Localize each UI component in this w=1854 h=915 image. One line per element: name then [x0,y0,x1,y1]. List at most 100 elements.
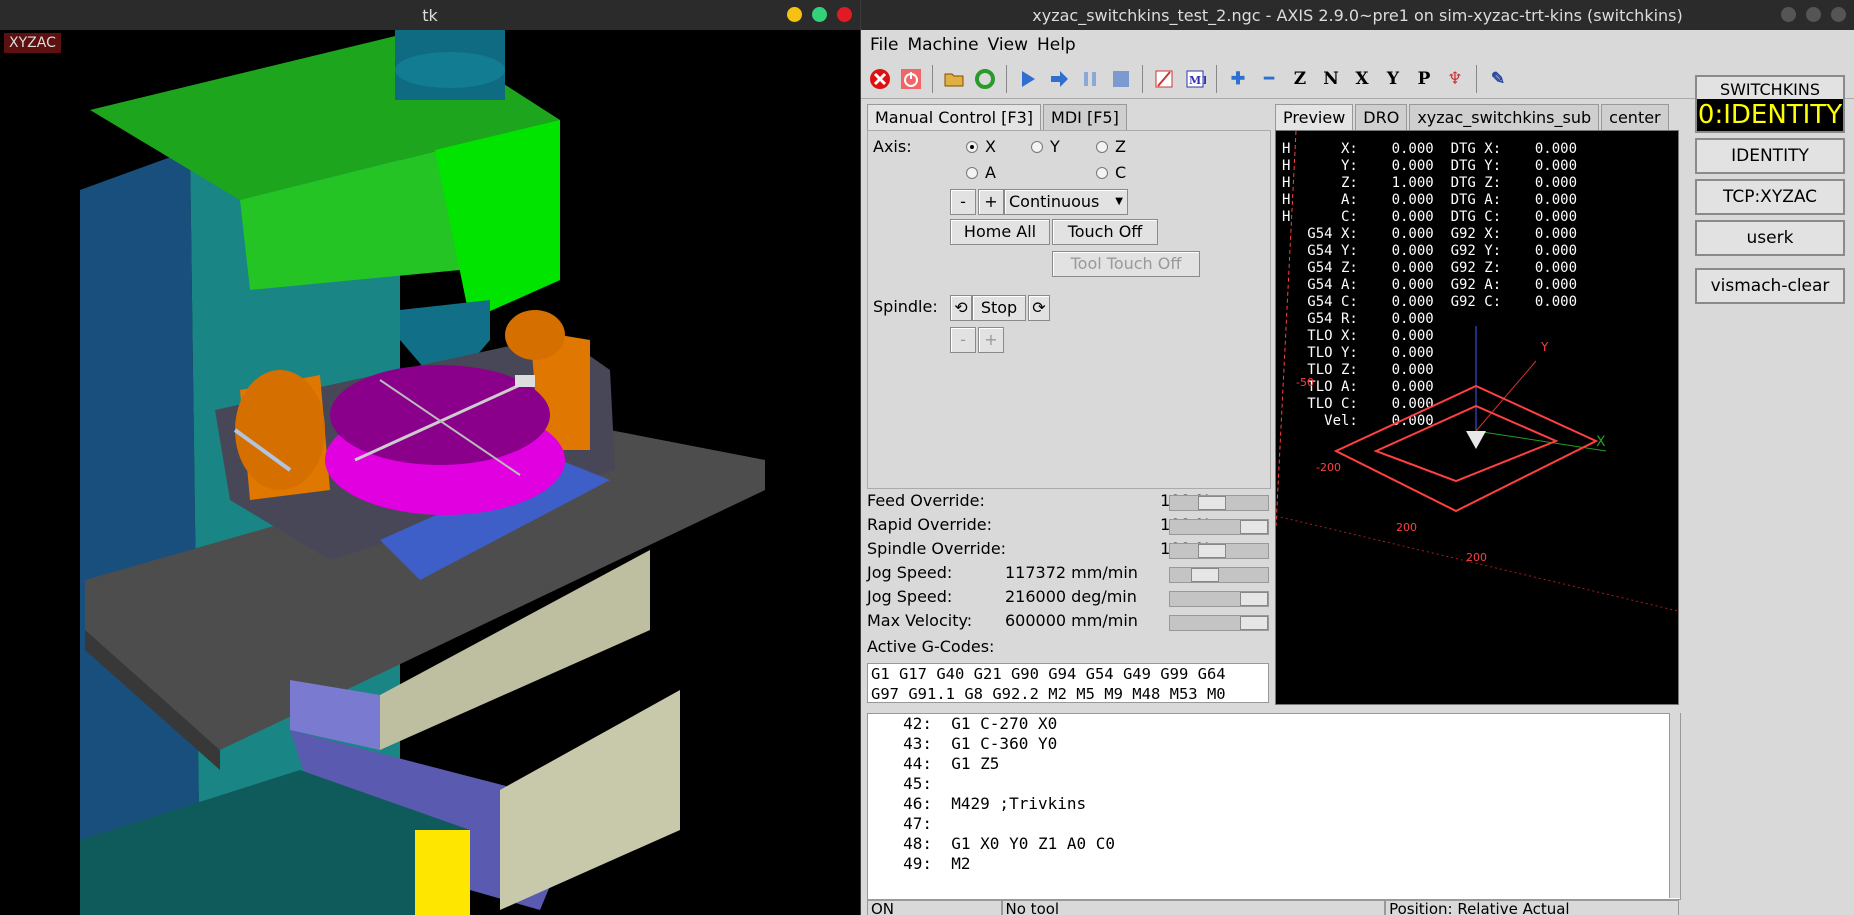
axis-x-label: X [985,137,996,156]
step-icon[interactable] [1046,66,1072,92]
code-line[interactable]: 44: G1 Z5 [868,754,1680,774]
vismach-title: tk [422,5,438,25]
power-icon[interactable] [898,66,924,92]
open-file-icon[interactable] [941,66,967,92]
zoom-out-icon[interactable]: ━ [1256,66,1282,92]
home-all-button[interactable]: Home All [950,219,1050,245]
stop-icon[interactable] [1108,66,1134,92]
view-z-icon[interactable]: Z [1287,66,1313,92]
gcode-listing[interactable]: 42: G1 C-270 X0 43: G1 C-360 Y0 44: G1 Z5 4… [867,713,1681,900]
menu-machine[interactable]: Machine [907,35,978,55]
slider-thumb[interactable] [1240,592,1268,606]
code-line[interactable]: 48: G1 X0 Y0 Z1 A0 C0 [868,834,1680,854]
status-tool: No tool [1001,900,1386,915]
spindle-stop-button[interactable]: Stop [972,295,1026,321]
line-text: G1 X0 Y0 Z1 A0 C0 [951,834,1116,853]
view-y-icon[interactable]: Y [1380,66,1406,92]
tab-preview[interactable]: Preview [1275,104,1354,130]
toolpath-plot: -200 200 200 -50 Y X [1276,131,1678,612]
slider-thumb[interactable] [1240,520,1268,534]
rotate-icon[interactable]: ♆ [1442,66,1468,92]
estop-icon[interactable] [867,66,893,92]
axis-radio-c[interactable] [1096,167,1108,179]
minimize-button[interactable] [1781,7,1796,22]
view-p-icon[interactable]: P [1411,66,1437,92]
maximize-button[interactable] [812,7,827,22]
plot-label: 200 [1466,551,1487,564]
vismach-window: tk XYZAC [0,0,860,915]
spindle-override-slider[interactable] [1169,543,1269,559]
svg-text:Y: Y [1540,340,1549,354]
feed-override-label: Feed Override: [867,491,985,510]
vismach-3d-view[interactable] [0,30,860,915]
tool-touch-off-button[interactable]: Tool Touch Off [1052,251,1200,277]
spindle-minus-button[interactable]: - [950,327,976,353]
code-line[interactable]: 42: G1 C-270 X0 [868,714,1680,734]
tab-dro[interactable]: DRO [1355,104,1408,130]
slider-thumb[interactable] [1198,496,1226,510]
menu-help[interactable]: Help [1037,35,1076,55]
preview-canvas[interactable]: H X: 0.000 DTG X: 0.000 H Y: 0.000 DTG Y:… [1275,130,1679,705]
line-number: 45: [903,774,932,793]
jog-speed-value: 117372 mm/min [1005,563,1138,582]
tab-manual-control[interactable]: Manual Control [F3] [867,104,1042,130]
feed-override-slider[interactable] [1169,495,1269,511]
max-velocity-label: Max Velocity: [867,611,973,630]
line-number: 46: [903,794,932,813]
axis-radio-z[interactable] [1096,141,1108,153]
maximize-button[interactable] [1806,7,1821,22]
jog-minus-button[interactable]: - [950,189,976,215]
code-line[interactable]: 49: M2 [868,854,1680,874]
close-button[interactable] [1831,7,1846,22]
line-number: 48: [903,834,932,853]
axis-radio-y[interactable] [1031,141,1043,153]
userk-button[interactable]: userk [1695,220,1845,256]
tab-center[interactable]: center [1601,104,1669,130]
close-button[interactable] [837,7,852,22]
gcode-scrollbar[interactable] [1669,713,1680,898]
clear-plot-icon[interactable]: ✎ [1485,66,1511,92]
axis-a-label: A [985,163,996,182]
axis-radio-x[interactable] [966,141,978,153]
max-velocity-value: 600000 mm/min [1005,611,1138,630]
slider-thumb[interactable] [1240,616,1268,630]
pause-icon[interactable] [1077,66,1103,92]
spindle-ccw-icon[interactable]: ⟲ [950,295,972,321]
view-x-icon[interactable]: X [1349,66,1375,92]
optional-stop-icon[interactable]: M1 [1182,66,1208,92]
rapid-override-slider[interactable] [1169,519,1269,535]
zoom-in-icon[interactable]: ✚ [1225,66,1251,92]
menu-view[interactable]: View [988,35,1028,55]
max-velocity-slider[interactable] [1169,615,1269,631]
block-delete-icon[interactable] [1151,66,1177,92]
code-line[interactable]: 45: [868,774,1680,794]
view-z2-icon[interactable]: N [1318,66,1344,92]
code-line[interactable]: 43: G1 C-360 Y0 [868,734,1680,754]
touch-off-button[interactable]: Touch Off [1052,219,1158,245]
reload-icon[interactable] [972,66,998,92]
minimize-button[interactable] [787,7,802,22]
slider-thumb[interactable] [1191,568,1219,582]
plot-label: -50 [1296,376,1314,389]
tab-mdi[interactable]: MDI [F5] [1043,104,1127,130]
jog-plus-button[interactable]: + [978,189,1004,215]
vismach-clear-button[interactable]: vismach-clear [1695,268,1845,304]
tcp-xyzac-button[interactable]: TCP:XYZAC [1695,179,1845,215]
tab-switchkins-sub[interactable]: xyzac_switchkins_sub [1409,104,1600,130]
spindle-plus-button[interactable]: + [978,327,1004,353]
code-line[interactable]: 46: M429 ;Trivkins [868,794,1680,814]
active-gcodes-label: Active G-Codes: [867,637,995,656]
jog-mode-select[interactable]: Continuous ▼ [1004,189,1128,215]
jog-speed-slider[interactable] [1169,567,1269,583]
axis-radio-a[interactable] [966,167,978,179]
axis-y-label: Y [1050,137,1060,156]
angular-jog-speed-label: Jog Speed: [867,587,953,606]
angular-jog-speed-slider[interactable] [1169,591,1269,607]
run-icon[interactable] [1015,66,1041,92]
spindle-cw-icon[interactable]: ⟳ [1028,295,1050,321]
plot-label: -200 [1316,461,1341,474]
slider-thumb[interactable] [1198,544,1226,558]
identity-button[interactable]: IDENTITY [1695,138,1845,174]
menu-file[interactable]: File [870,35,898,55]
code-line[interactable]: 47: [868,814,1680,834]
